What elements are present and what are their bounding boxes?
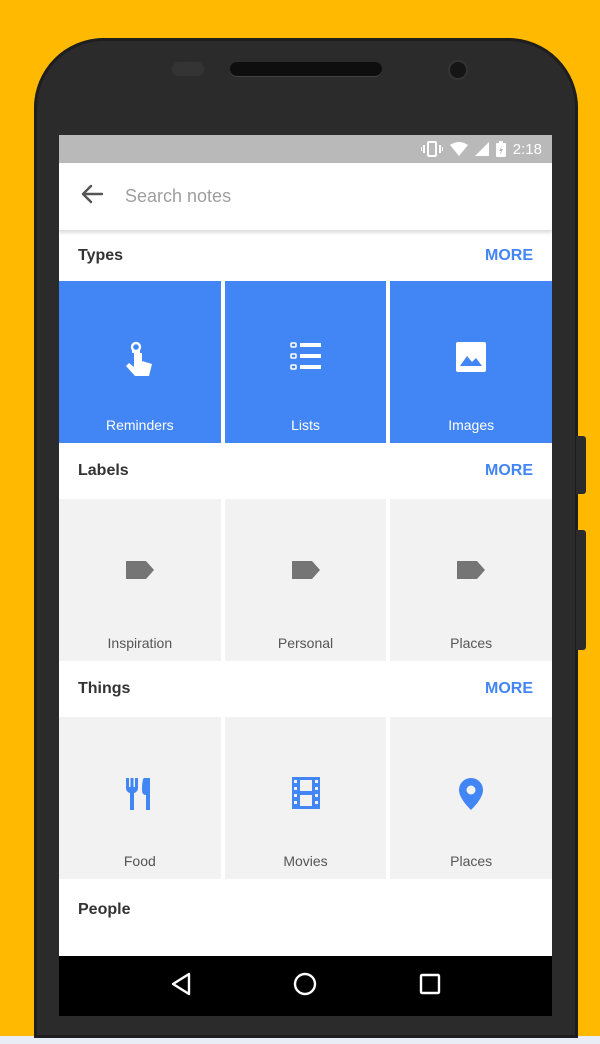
section-title-labels: Labels xyxy=(78,462,129,479)
search-bar xyxy=(59,163,552,231)
section-title-types: Types xyxy=(78,247,124,264)
tile-label: Places xyxy=(450,635,493,651)
tile-label: Food xyxy=(123,853,156,869)
section-title-things: Things xyxy=(78,680,131,697)
thing-tile-food[interactable]: Food xyxy=(59,717,221,879)
thing-tile-movies[interactable]: Movies xyxy=(224,717,387,879)
label-tile-places[interactable]: Places xyxy=(390,499,552,661)
phone-screen: 2:18 Types MORE Reminders xyxy=(59,135,552,1016)
label-icon xyxy=(59,559,221,581)
section-title-people: People xyxy=(78,901,131,918)
back-triangle-icon xyxy=(170,972,192,1001)
tile-label: Inspiration xyxy=(107,635,173,651)
status-time: 2:18 xyxy=(512,140,542,158)
home-circle-icon xyxy=(292,971,318,1002)
android-nav-bar xyxy=(59,956,552,1016)
label-icon xyxy=(390,559,552,581)
labels-more-button[interactable]: MORE xyxy=(485,462,533,480)
type-tile-images[interactable]: Images xyxy=(390,281,552,443)
things-more-button[interactable]: MORE xyxy=(485,680,533,698)
search-input[interactable] xyxy=(125,186,505,207)
tile-label: Lists xyxy=(291,417,320,433)
things-section-header: Things MORE xyxy=(59,661,552,717)
battery-icon xyxy=(495,141,506,157)
side-button xyxy=(576,530,586,650)
earpiece-speaker xyxy=(230,62,382,76)
thing-tile-places[interactable]: Places xyxy=(390,717,552,879)
things-grid: Food Movies Places xyxy=(59,717,552,879)
types-section-header: Types MORE xyxy=(59,231,552,281)
labels-section-header: Labels MORE xyxy=(59,443,552,499)
list-icon xyxy=(225,341,387,371)
front-camera xyxy=(450,62,466,78)
wifi-icon xyxy=(449,142,468,156)
image-icon xyxy=(390,341,552,373)
back-button[interactable] xyxy=(59,163,125,231)
nav-home-button[interactable] xyxy=(285,966,325,1006)
restaurant-icon xyxy=(59,777,221,811)
arrow-back-icon xyxy=(81,184,104,209)
film-icon xyxy=(225,777,387,809)
types-more-button[interactable]: MORE xyxy=(485,247,533,265)
labels-grid: Inspiration Personal Places xyxy=(59,499,552,661)
type-tile-reminders[interactable]: Reminders xyxy=(59,281,221,443)
proximity-sensor xyxy=(172,62,204,76)
tile-label: Images xyxy=(448,417,495,433)
label-tile-personal[interactable]: Personal xyxy=(224,499,387,661)
nav-back-button[interactable] xyxy=(161,966,201,1006)
recents-square-icon xyxy=(419,973,441,1000)
status-bar: 2:18 xyxy=(59,135,552,163)
cell-signal-icon xyxy=(474,142,489,156)
tile-label: Movies xyxy=(283,853,328,869)
nav-recents-button[interactable] xyxy=(410,966,450,1006)
place-pin-icon xyxy=(390,777,552,811)
tile-label: Reminders xyxy=(105,417,174,433)
label-icon xyxy=(225,559,387,581)
tile-label: Places xyxy=(450,853,493,869)
reminder-hand-icon xyxy=(59,341,221,381)
volume-button xyxy=(576,436,586,494)
type-tile-lists[interactable]: Lists xyxy=(224,281,387,443)
tile-label: Personal xyxy=(277,635,334,651)
types-grid: Reminders Lists Images xyxy=(59,281,552,443)
vibrate-icon xyxy=(420,141,443,157)
label-tile-inspiration[interactable]: Inspiration xyxy=(59,499,221,661)
people-section-header: People xyxy=(59,879,552,941)
